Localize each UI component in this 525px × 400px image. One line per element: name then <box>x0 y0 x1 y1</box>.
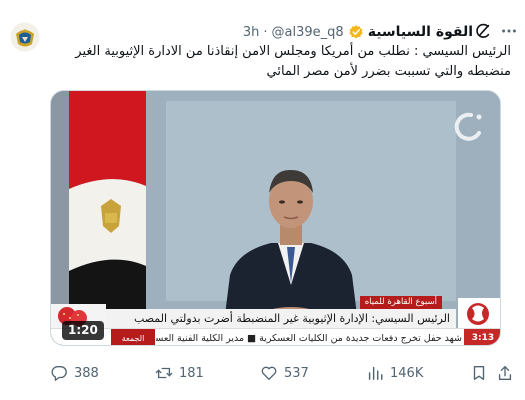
separator-dot: · <box>263 24 268 40</box>
news-ticker: الجمعة شهد حفل تخرج دفعات جديدة من الكلي… <box>51 328 500 345</box>
display-name[interactable]: القوة السياسية <box>368 24 473 40</box>
like-count: 537 <box>284 365 309 381</box>
more-icon[interactable] <box>500 22 518 40</box>
tweet[interactable]: القوة السياسية @al39e_q8 · 3h الرئيس الس… <box>0 0 525 400</box>
views-button[interactable]: 146K <box>366 360 423 386</box>
grok-icon[interactable] <box>474 22 492 40</box>
like-button[interactable]: 537 <box>260 360 309 386</box>
avatar[interactable] <box>10 22 40 52</box>
action-bar: 388 181 537 146K <box>50 360 520 386</box>
repost-count: 181 <box>179 365 204 381</box>
reply-button[interactable]: 388 <box>50 360 99 386</box>
bookmark-icon <box>473 366 485 380</box>
channel-logo-icon <box>458 298 500 328</box>
banner-tag: أسبوع القاهرة للمياه <box>359 296 442 309</box>
verified-badge-icon[interactable] <box>348 24 364 40</box>
video-duration: 1:20 <box>62 321 104 340</box>
channel-watermark-icon <box>454 112 482 141</box>
reply-count: 388 <box>74 365 99 381</box>
reply-icon <box>51 366 67 381</box>
like-icon <box>261 366 277 380</box>
tweet-header: القوة السياسية @al39e_q8 · 3h <box>243 23 473 41</box>
views-icon <box>368 366 383 381</box>
bookmark-button[interactable] <box>470 360 488 386</box>
news-banner: أسبوع القاهرة للمياه الرئيس السيسي: الإد… <box>51 296 500 345</box>
video-player[interactable]: أسبوع القاهرة للمياه الرئيس السيسي: الإد… <box>50 90 501 346</box>
views-count: 146K <box>390 365 424 381</box>
repost-button[interactable]: 181 <box>155 360 204 386</box>
banner-headline: الرئيس السيسي: الإدارة الإثيوبية غير الم… <box>106 309 456 328</box>
timestamp[interactable]: 3h <box>243 25 260 40</box>
share-button[interactable] <box>496 360 514 386</box>
share-icon <box>498 366 512 380</box>
handle[interactable]: @al39e_q8 <box>272 25 344 40</box>
ticker-tag: الجمعة <box>111 329 155 345</box>
repost-icon <box>155 367 173 379</box>
tweet-text: الرئيس السيسي : نطلب من أمريكا ومجلس الا… <box>75 44 511 79</box>
broadcast-clock: 3:13 <box>464 329 500 345</box>
ticker-text: شهد حفل تخرج دفعات جديدة من الكليات العس… <box>156 333 462 344</box>
